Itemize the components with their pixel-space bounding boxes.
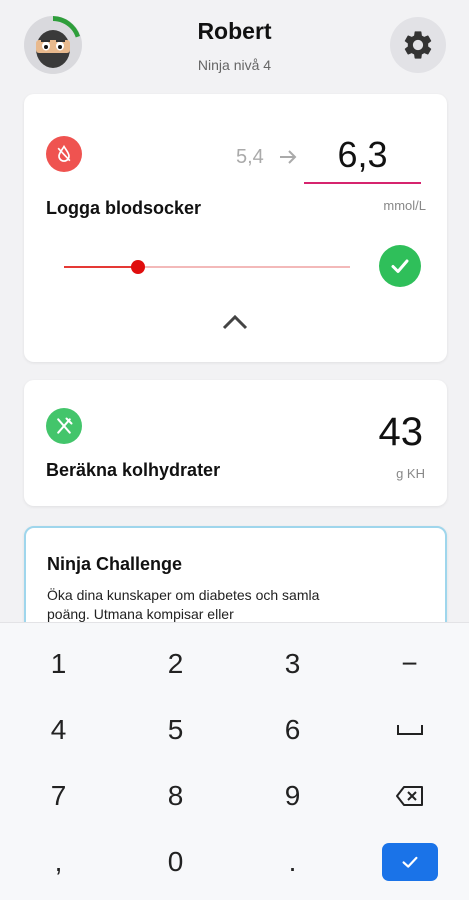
gear-icon bbox=[404, 31, 432, 59]
glucose-input-underline bbox=[304, 182, 421, 184]
checkmark-icon bbox=[391, 259, 409, 273]
header: Robert Ninja nivå 4 bbox=[0, 0, 469, 88]
confirm-glucose-button[interactable] bbox=[379, 245, 421, 287]
log-glucose-title: Logga blodsocker bbox=[46, 198, 202, 218]
challenge-title: Ninja Challenge bbox=[47, 554, 183, 574]
settings-button[interactable] bbox=[390, 17, 446, 73]
blood-drop-icon bbox=[46, 136, 82, 172]
glucose-slider-fill bbox=[64, 266, 139, 268]
done-button[interactable] bbox=[381, 843, 438, 881]
key-2[interactable]: 2 bbox=[117, 631, 234, 697]
glucose-slider[interactable] bbox=[64, 260, 350, 274]
key-6[interactable]: 6 bbox=[234, 697, 351, 763]
glucose-unit-label: mmol/L bbox=[383, 198, 426, 213]
key-9[interactable]: 9 bbox=[234, 763, 351, 829]
previous-glucose-value: 5,4 bbox=[236, 146, 264, 168]
log-glucose-card[interactable]: Logga blodsocker 5,4 6,3 mmol/L bbox=[24, 94, 447, 362]
glucose-input[interactable]: 6,3 bbox=[304, 134, 421, 176]
key-1[interactable]: 1 bbox=[0, 631, 117, 697]
challenge-description: Öka dina kunskaper om diabetes och samla… bbox=[47, 587, 320, 622]
key-done-wrap bbox=[351, 829, 468, 895]
calculate-carbs-title: Beräkna kolhydrater bbox=[46, 460, 221, 480]
numeric-keyboard: 1 2 3 − 4 5 6 7 8 9 , 0 . bbox=[0, 622, 469, 900]
key-4[interactable]: 4 bbox=[0, 697, 117, 763]
key-backspace[interactable] bbox=[351, 763, 468, 829]
key-0[interactable]: 0 bbox=[117, 829, 234, 895]
ninja-challenge-card[interactable]: Ninja Challenge Öka dina kunskaper om di… bbox=[24, 526, 447, 636]
key-minus[interactable]: − bbox=[351, 631, 468, 697]
key-period[interactable]: . bbox=[234, 829, 351, 895]
carbs-value: 43 bbox=[378, 410, 424, 454]
carbs-unit-label: g KH bbox=[396, 466, 425, 481]
space-icon bbox=[396, 725, 423, 735]
key-8[interactable]: 8 bbox=[117, 763, 234, 829]
arrow-right-icon bbox=[280, 150, 297, 164]
key-5[interactable]: 5 bbox=[117, 697, 234, 763]
glucose-slider-thumb[interactable] bbox=[131, 260, 146, 274]
key-space[interactable] bbox=[351, 697, 468, 763]
fork-knife-icon bbox=[46, 408, 82, 444]
calculate-carbs-card[interactable]: Beräkna kolhydrater 43 g KH bbox=[24, 380, 447, 506]
backspace-icon bbox=[395, 786, 423, 806]
checkmark-icon bbox=[401, 856, 418, 868]
key-7[interactable]: 7 bbox=[0, 763, 117, 829]
chevron-up-icon[interactable] bbox=[221, 312, 249, 332]
key-comma[interactable]: , bbox=[0, 829, 117, 895]
key-3[interactable]: 3 bbox=[234, 631, 351, 697]
